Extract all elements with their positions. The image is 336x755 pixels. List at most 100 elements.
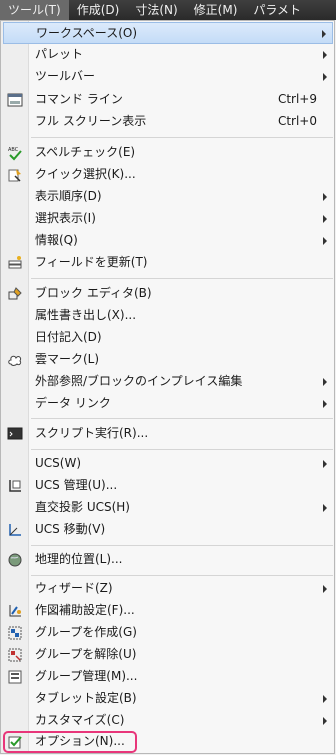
menubar-draw[interactable]: 作成(D) — [69, 0, 128, 20]
menu-item-tablet[interactable]: タブレット設定(B) — [3, 688, 333, 710]
menu-item-run-script[interactable]: スクリプト実行(R)... — [3, 423, 333, 445]
menu-item-label: フル スクリーン表示 — [35, 114, 147, 128]
menu-item-attribute-extract[interactable]: 属性書き出し(X)... — [3, 305, 333, 327]
submenu-arrow-icon — [323, 717, 327, 725]
shortcut-text: Ctrl+9 — [277, 92, 317, 106]
menu-item-label: UCS(W) — [35, 456, 82, 470]
menu-item-date-stamp[interactable]: 日付記入(D) — [3, 327, 333, 349]
menu-item-group[interactable]: グループを作成(G) — [3, 622, 333, 644]
quick-select-icon — [8, 169, 21, 182]
menu-item-data-link[interactable]: データ リンク — [3, 393, 333, 415]
menu-item-quick-select[interactable]: クイック選択(K)... — [3, 164, 333, 186]
menu-item-label: ワークスペース(O) — [36, 26, 138, 40]
menu-item-fullscreen[interactable]: フル スクリーン表示 Ctrl+0 — [3, 111, 333, 133]
block-editor-icon — [8, 287, 22, 300]
menu-item-group-manager[interactable]: グループ管理(M)... — [3, 666, 333, 688]
menu-item-update-fields[interactable]: フィールドを更新(T) — [3, 252, 333, 274]
menubar-modify[interactable]: 修正(M) — [186, 0, 246, 20]
shortcut-text: Ctrl+0 — [277, 114, 317, 128]
menu-item-drafting-settings[interactable]: 作図補助設定(F)... — [3, 600, 333, 622]
menu-item-label: カスタマイズ(C) — [35, 713, 125, 727]
command-line-icon — [7, 93, 23, 107]
submenu-arrow-icon — [323, 695, 327, 703]
menu-item-move-ucs[interactable]: UCS 移動(V) — [3, 519, 333, 541]
menu-separator — [31, 449, 333, 450]
group-manager-icon — [8, 670, 22, 684]
menu-item-label: 地理的位置(L)... — [35, 552, 123, 566]
submenu-arrow-icon — [323, 378, 327, 386]
menu-item-wizards[interactable]: ウィザード(Z) — [3, 578, 333, 600]
menu-item-label: 属性書き出し(X)... — [35, 308, 137, 322]
menu-item-label: ウィザード(Z) — [35, 581, 113, 595]
submenu-arrow-icon — [322, 30, 326, 38]
menu-separator — [31, 418, 333, 419]
menu-item-ungroup[interactable]: グループを解除(U) — [3, 644, 333, 666]
options-highlight-frame — [3, 731, 137, 753]
menu-item-revision-cloud[interactable]: 雲マーク(L) — [3, 349, 333, 371]
drafting-settings-icon — [9, 605, 21, 617]
menu-item-workspaces[interactable]: ワークスペース(O) — [3, 22, 333, 44]
menu-item-spellcheck[interactable]: ABC スペルチェック(E) — [3, 142, 333, 164]
menu-item-label: グループを解除(U) — [35, 647, 137, 661]
menu-item-ucs-manager[interactable]: UCS 管理(U)... — [3, 475, 333, 497]
menu-item-inquiry[interactable]: 情報(Q) — [3, 230, 333, 252]
menu-item-label: 日付記入(D) — [35, 330, 102, 344]
menu-item-label: パレット — [35, 47, 84, 61]
script-icon — [7, 427, 23, 440]
menu-bar: ツール(T) 作成(D) 寸法(N) 修正(M) パラメト — [0, 0, 336, 20]
menu-item-label: グループ管理(M)... — [35, 669, 138, 683]
menu-item-command-line[interactable]: コマンド ライン Ctrl+9 — [3, 89, 333, 111]
menubar-tools[interactable]: ツール(T) — [0, 0, 69, 20]
menu-item-label: UCS 移動(V) — [35, 522, 106, 536]
tools-dropdown-menu: ワークスペース(O) パレット ツールバー コマンド ライン Ctrl+9 フル… — [0, 20, 335, 754]
menu-item-block-editor[interactable]: ブロック エディタ(B) — [3, 283, 333, 305]
menu-separator — [31, 278, 333, 279]
menu-item-orthographic-ucs[interactable]: 直交投影 UCS(H) — [3, 497, 333, 519]
ucs-move-icon — [9, 524, 21, 536]
menu-item-label: 雲マーク(L) — [35, 352, 100, 366]
ucs-manager-icon — [9, 480, 21, 492]
menu-item-label: スクリプト実行(R)... — [35, 426, 149, 440]
menu-item-isolate[interactable]: 選択表示(I) — [3, 208, 333, 230]
submenu-arrow-icon — [323, 585, 327, 593]
menu-item-label: 作図補助設定(F)... — [35, 603, 135, 617]
menu-item-label: UCS 管理(U)... — [35, 478, 118, 492]
menu-item-label: スペルチェック(E) — [35, 145, 136, 159]
menu-item-palettes[interactable]: パレット — [3, 44, 333, 66]
submenu-arrow-icon — [323, 73, 327, 81]
menu-separator — [31, 575, 333, 576]
submenu-arrow-icon — [323, 51, 327, 59]
submenu-arrow-icon — [323, 193, 327, 201]
menu-item-ucs[interactable]: UCS(W) — [3, 453, 333, 475]
submenu-arrow-icon — [323, 460, 327, 468]
spellcheck-icon: ABC — [8, 147, 22, 161]
menu-item-label: フィールドを更新(T) — [35, 255, 148, 269]
submenu-arrow-icon — [323, 237, 327, 245]
update-field-icon — [8, 256, 22, 269]
menu-item-label: 直交投影 UCS(H) — [35, 500, 130, 514]
svg-text:ABC: ABC — [8, 147, 19, 153]
submenu-arrow-icon — [323, 400, 327, 408]
ungroup-icon — [8, 648, 22, 662]
menu-item-label: 選択表示(I) — [35, 211, 96, 225]
menu-item-label: ツールバー — [35, 69, 96, 83]
menu-separator — [31, 137, 333, 138]
menubar-dimension[interactable]: 寸法(N) — [127, 0, 185, 20]
group-create-icon — [8, 626, 22, 640]
menu-item-label: グループを作成(G) — [35, 625, 137, 639]
menu-item-draw-order[interactable]: 表示順序(D) — [3, 186, 333, 208]
menubar-parametric[interactable]: パラメト — [245, 0, 309, 20]
geolocation-icon — [8, 553, 22, 567]
menu-item-xref-inplace-edit[interactable]: 外部参照/ブロックのインプレイス編集 — [3, 371, 333, 393]
submenu-arrow-icon — [323, 504, 327, 512]
menu-item-label: クイック選択(K)... — [35, 167, 136, 181]
submenu-arrow-icon — [323, 215, 327, 223]
menu-item-label: 情報(Q) — [35, 233, 78, 247]
menu-item-geographic-location[interactable]: 地理的位置(L)... — [3, 549, 333, 571]
menu-separator — [31, 545, 333, 546]
menu-item-toolbars[interactable]: ツールバー — [3, 66, 333, 88]
menu-item-label: ブロック エディタ(B) — [35, 286, 152, 300]
menu-item-label: コマンド ライン — [35, 92, 123, 106]
menu-item-customize[interactable]: カスタマイズ(C) — [3, 710, 333, 732]
revision-cloud-icon — [8, 355, 22, 366]
